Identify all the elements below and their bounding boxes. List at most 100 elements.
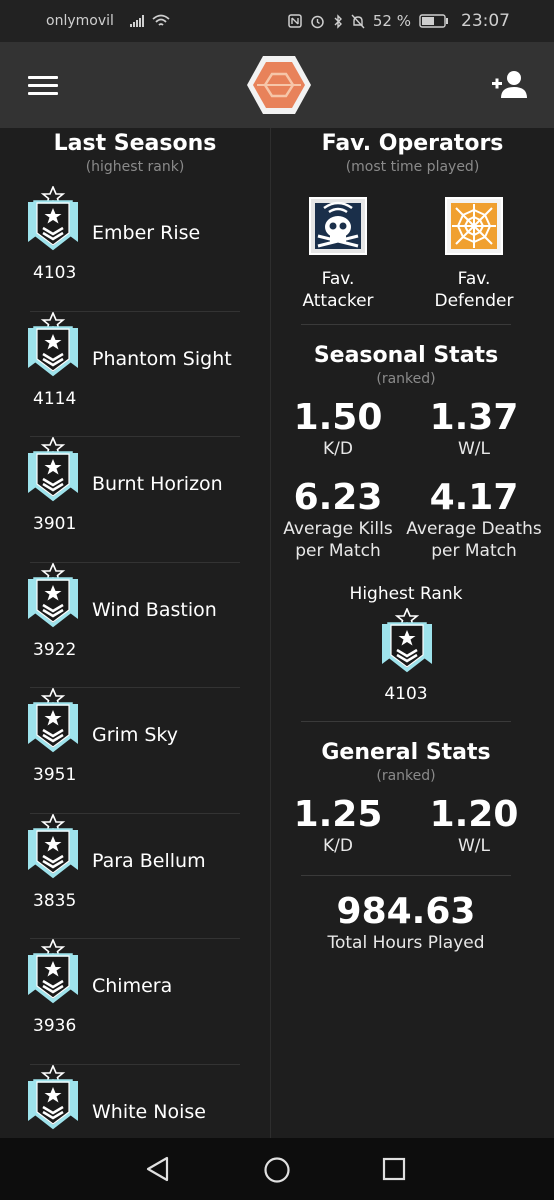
rank-badge-icon (24, 1063, 82, 1135)
general-wl-value: 1.20 (429, 794, 519, 835)
wifi-icon (152, 14, 170, 26)
avg-deaths-label-2: per Match (431, 541, 517, 561)
rank-badge-icon (24, 686, 82, 758)
clock: 23:07 (461, 11, 510, 31)
divider (301, 875, 511, 876)
seasonal-kd-value: 1.50 (293, 397, 383, 438)
seasonal-kd: 1.50 K/D (268, 398, 408, 460)
total-hours: 984.63 Total Hours Played (306, 892, 506, 954)
season-row[interactable]: White Noise (28, 1063, 240, 1139)
last-seasons-subtitle: (highest rank) (85, 159, 185, 175)
rank-badge-icon (24, 561, 82, 633)
general-kd-label: K/D (323, 836, 353, 856)
rank-badge-icon (24, 184, 82, 256)
platinum-rank-icon (28, 1063, 78, 1129)
bluetooth-icon (334, 13, 342, 29)
season-row[interactable]: Para Bellum 3835 (28, 812, 240, 939)
season-name: Chimera (92, 975, 173, 997)
fav-operators-title: Fav. Operators (321, 131, 504, 156)
back-icon[interactable] (145, 1156, 171, 1182)
general-kd: 1.25 K/D (268, 795, 408, 857)
general-stats-title: General Stats (321, 740, 491, 765)
last-seasons-title: Last Seasons (53, 131, 217, 156)
general-wl-label: W/L (457, 836, 490, 856)
highest-rank-badge (378, 606, 436, 678)
rank-badge-icon (24, 937, 82, 1009)
avg-kills-label-2: per Match (295, 541, 381, 561)
skull-operator-icon (309, 197, 367, 255)
season-name: Phantom Sight (92, 347, 232, 370)
platinum-rank-icon (28, 937, 78, 1004)
season-row[interactable]: Grim Sky 3951 (28, 686, 240, 814)
system-nav-bar (0, 1138, 554, 1200)
season-name: Wind Bastion (92, 598, 217, 621)
platinum-rank-icon (28, 184, 78, 251)
season-mmr: 4114 (33, 388, 77, 409)
season-row[interactable]: Ember Rise 4103 (28, 184, 240, 312)
rank-badge-icon (24, 310, 82, 382)
rank-badge-icon (24, 812, 82, 884)
fav-defender[interactable]: Fav. Defender (414, 196, 534, 312)
divider (301, 721, 511, 722)
seasonal-stats-subtitle: (ranked) (376, 371, 436, 387)
avg-deaths-value: 4.17 (429, 477, 519, 518)
platinum-rank-icon (382, 606, 432, 673)
season-row[interactable]: Phantom Sight 4114 (28, 310, 240, 437)
battery-percent: 52 % (372, 12, 411, 30)
platinum-rank-icon (28, 310, 78, 376)
last-seasons-column: Last Seasons (highest rank) Ember Rise 41… (0, 128, 270, 1129)
platinum-rank-icon (28, 561, 78, 627)
home-icon[interactable] (263, 1156, 291, 1184)
total-hours-value: 984.63 (336, 891, 476, 932)
general-wl: 1.20 W/L (404, 795, 544, 857)
rank-badge-icon (24, 435, 82, 507)
season-name: Para Bellum (92, 849, 206, 872)
platinum-rank-icon (28, 686, 78, 753)
seasonal-avg-deaths: 4.17 Average Deaths per Match (404, 478, 544, 562)
season-mmr: 3936 (33, 1016, 77, 1036)
season-row[interactable]: Wind Bastion 3922 (28, 561, 240, 688)
mute-icon (351, 14, 365, 28)
avg-kills-value: 6.23 (293, 477, 383, 518)
status-bar: onlymovil 52 % 23:07 (0, 0, 554, 42)
highest-rank-label: Highest Rank (349, 584, 463, 604)
seasonal-avg-kills: 6.23 Average Kills per Match (268, 478, 408, 562)
recents-icon[interactable] (382, 1157, 406, 1181)
season-list: Ember Rise 4103 Phantom Sight 4114 Burnt Hor… (28, 184, 240, 1139)
avg-deaths-label-1: Average Deaths (406, 519, 542, 539)
season-name: Burnt Horizon (92, 473, 223, 495)
general-stats-subtitle: (ranked) (376, 768, 436, 784)
person-add-icon[interactable] (492, 70, 530, 100)
hamburger-icon[interactable] (28, 76, 58, 96)
hexagon-logo-icon[interactable] (246, 54, 312, 116)
season-row[interactable]: Chimera 3936 (28, 937, 240, 1065)
nfc-icon (288, 14, 302, 28)
platinum-rank-icon (28, 435, 78, 502)
general-kd-value: 1.25 (293, 794, 383, 835)
signal-icon (129, 15, 144, 27)
platinum-rank-icon (28, 812, 78, 878)
seasonal-wl-value: 1.37 (429, 397, 519, 438)
season-name: White Noise (92, 1100, 206, 1123)
total-hours-label: Total Hours Played (327, 933, 485, 953)
season-mmr: 3901 (33, 514, 77, 534)
alarm-icon (311, 15, 324, 28)
profile-content[interactable]: Last Seasons (highest rank) Ember Rise 41… (0, 128, 554, 1138)
highest-rank-mmr: 4103 (384, 684, 428, 704)
season-name: Grim Sky (92, 724, 178, 746)
fav-attacker[interactable]: Fav. Attacker (278, 196, 398, 312)
seasonal-kd-label: K/D (323, 439, 353, 459)
battery-icon (419, 14, 448, 28)
season-row[interactable]: Burnt Horizon 3901 (28, 435, 240, 563)
fav-defender-label: Fav. Defender (434, 269, 514, 311)
web-operator-icon (445, 197, 503, 255)
fav-attacker-label: Fav. Attacker (302, 269, 374, 311)
seasonal-wl-label: W/L (457, 439, 490, 459)
season-mmr: 3835 (33, 890, 77, 911)
fav-operators-row: Fav. Attacker Fav. Defender (271, 194, 554, 312)
divider (301, 324, 511, 325)
season-mmr: 4103 (33, 263, 77, 283)
app-bar (0, 42, 554, 128)
avg-kills-label-1: Average Kills (283, 519, 393, 539)
fav-operators-subtitle: (most time played) (345, 159, 480, 175)
